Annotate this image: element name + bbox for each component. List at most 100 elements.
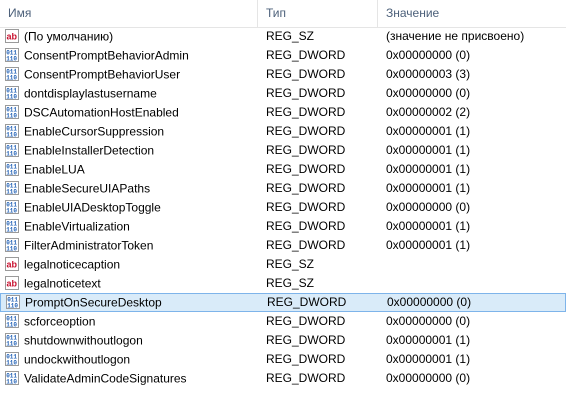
value-type: REG_DWORD — [266, 314, 346, 328]
value-name: undockwithoutlogon — [24, 352, 131, 367]
value-type: REG_SZ — [266, 257, 315, 271]
value-type: REG_DWORD — [266, 371, 346, 385]
value-type: REG_SZ — [266, 29, 315, 43]
string-value-icon: ab — [4, 28, 20, 44]
list-item[interactable]: 011 110 EnableUIADesktopToggle REG_DWORD 0… — [0, 198, 566, 217]
list-item[interactable]: 011 110 dontdisplaylastusername REG_DWORD … — [0, 84, 566, 103]
binary-value-icon: 011 110 — [4, 180, 20, 196]
binary-value-icon: 011 110 — [4, 123, 20, 139]
list-item[interactable]: 011 110 undockwithoutlogon REG_DWORD 0x000… — [0, 350, 566, 369]
svg-text:110: 110 — [6, 321, 17, 328]
svg-text:ab: ab — [7, 278, 18, 288]
column-header-data[interactable]: Значение — [378, 0, 566, 27]
list-item[interactable]: 011 110 DSCAutomationHostEnabled REG_DWORD… — [0, 103, 566, 122]
value-name-cell: 011 110 scforceoption — [4, 312, 258, 331]
svg-text:110: 110 — [6, 207, 17, 214]
value-type: REG_DWORD — [266, 162, 346, 176]
list-item[interactable]: 011 110 EnableSecureUIAPaths REG_DWORD 0x0… — [0, 179, 566, 198]
list-item[interactable]: 011 110 ConsentPromptBehaviorAdmin REG_DWO… — [0, 46, 566, 65]
svg-text:110: 110 — [6, 378, 17, 385]
svg-text:110: 110 — [6, 226, 17, 233]
value-data: 0x00000001 (1) — [386, 333, 471, 347]
binary-value-icon: 011 110 — [4, 237, 20, 253]
binary-value-icon: 011 110 — [4, 370, 20, 386]
value-type: REG_DWORD — [266, 143, 346, 157]
value-type: REG_DWORD — [267, 295, 347, 309]
list-item[interactable]: ab legalnoticetext REG_SZ — [0, 274, 566, 293]
value-data: 0x00000000 (0) — [386, 48, 471, 62]
list-item[interactable]: ab legalnoticecaption REG_SZ — [0, 255, 566, 274]
binary-value-icon: 011 110 — [4, 104, 20, 120]
value-name-cell: 011 110 EnableSecureUIAPaths — [4, 179, 258, 198]
value-name-cell: 011 110 shutdownwithoutlogon — [4, 331, 258, 350]
binary-value-icon: 011 110 — [4, 313, 20, 329]
binary-value-icon: 011 110 — [4, 351, 20, 367]
value-type: REG_DWORD — [266, 352, 346, 366]
value-data — [386, 274, 564, 293]
value-name: ConsentPromptBehaviorAdmin — [24, 48, 189, 63]
value-type: REG_DWORD — [266, 105, 346, 119]
value-type: REG_DWORD — [266, 48, 346, 62]
value-name: legalnoticecaption — [24, 257, 121, 272]
value-name: ValidateAdminCodeSignatures — [24, 371, 187, 386]
binary-value-icon: 011 110 — [4, 47, 20, 63]
binary-value-icon: 011 110 — [4, 161, 20, 177]
list-item[interactable]: 011 110 ConsentPromptBehaviorUser REG_DWOR… — [0, 65, 566, 84]
svg-text:ab: ab — [7, 259, 18, 269]
value-name: EnableUIADesktopToggle — [24, 200, 161, 215]
value-name-cell: 011 110 EnableVirtualization — [4, 217, 258, 236]
column-header-name[interactable]: Имя — [0, 0, 258, 27]
binary-value-icon: 011 110 — [5, 294, 21, 310]
svg-text:110: 110 — [6, 188, 17, 195]
list-item[interactable]: ab (По умолчанию) REG_SZ (значение не при… — [0, 27, 566, 46]
value-name-cell: 011 110 DSCAutomationHostEnabled — [4, 103, 258, 122]
list-item[interactable]: 011 110 EnableCursorSuppression REG_DWORD … — [0, 122, 566, 141]
value-type: REG_DWORD — [266, 86, 346, 100]
value-name: (По умолчанию) — [24, 29, 114, 44]
svg-text:110: 110 — [6, 359, 17, 366]
list-item[interactable]: 011 110 ValidateAdminCodeSignatures REG_DW… — [0, 369, 566, 388]
svg-text:110: 110 — [6, 74, 17, 81]
binary-value-icon: 011 110 — [4, 66, 20, 82]
value-name-cell: 011 110 PromptOnSecureDesktop — [5, 293, 259, 312]
binary-value-icon: 011 110 — [4, 332, 20, 348]
value-name: EnableInstallerDetection — [24, 143, 155, 158]
value-type: REG_DWORD — [266, 219, 346, 233]
list-item[interactable]: 011 110 EnableVirtualization REG_DWORD 0x0… — [0, 217, 566, 236]
value-name-cell: 011 110 EnableCursorSuppression — [4, 122, 258, 141]
binary-value-icon: 011 110 — [4, 199, 20, 215]
value-name-cell: 011 110 EnableUIADesktopToggle — [4, 198, 258, 217]
value-name-cell: ab (По умолчанию) — [4, 27, 258, 46]
value-name-cell: 011 110 EnableLUA — [4, 160, 258, 179]
value-name-cell: 011 110 FilterAdministratorToken — [4, 236, 258, 255]
value-name: dontdisplaylastusername — [24, 86, 157, 101]
string-value-icon: ab — [4, 275, 20, 291]
value-name: FilterAdministratorToken — [24, 238, 154, 253]
value-name-cell: 011 110 ConsentPromptBehaviorUser — [4, 65, 258, 84]
value-data — [386, 255, 564, 274]
value-data: 0x00000001 (1) — [386, 143, 471, 157]
binary-value-icon: 011 110 — [4, 142, 20, 158]
value-name: PromptOnSecureDesktop — [25, 295, 162, 310]
list-item[interactable]: 011 110 scforceoption REG_DWORD 0x00000000… — [0, 312, 566, 331]
column-header-type[interactable]: Тип — [258, 0, 378, 27]
list-item[interactable]: 011 110 shutdownwithoutlogon REG_DWORD 0x0… — [0, 331, 566, 350]
value-type: REG_DWORD — [266, 124, 346, 138]
value-data: 0x00000000 (0) — [386, 314, 471, 328]
value-data: 0x00000001 (1) — [386, 181, 471, 195]
list-item[interactable]: 011 110 EnableLUA REG_DWORD 0x00000001 (1) — [0, 160, 566, 179]
value-type: REG_SZ — [266, 276, 315, 290]
list-item[interactable]: 011 110 EnableInstallerDetection REG_DWORD… — [0, 141, 566, 160]
list-item[interactable]: 011 110 FilterAdministratorToken REG_DWORD… — [0, 236, 566, 255]
value-name: EnableLUA — [24, 162, 85, 177]
value-data: 0x00000000 (0) — [387, 295, 472, 309]
value-name: EnableCursorSuppression — [24, 124, 165, 139]
value-name: EnableVirtualization — [24, 219, 130, 234]
value-data: 0x00000002 (2) — [386, 105, 471, 119]
svg-text:110: 110 — [7, 302, 18, 309]
svg-text:110: 110 — [6, 112, 17, 119]
list-item[interactable]: 011 110 PromptOnSecureDesktop REG_DWORD 0x… — [0, 293, 566, 312]
svg-text:110: 110 — [6, 169, 17, 176]
value-name: scforceoption — [24, 314, 96, 329]
value-data: 0x00000000 (0) — [386, 86, 471, 100]
